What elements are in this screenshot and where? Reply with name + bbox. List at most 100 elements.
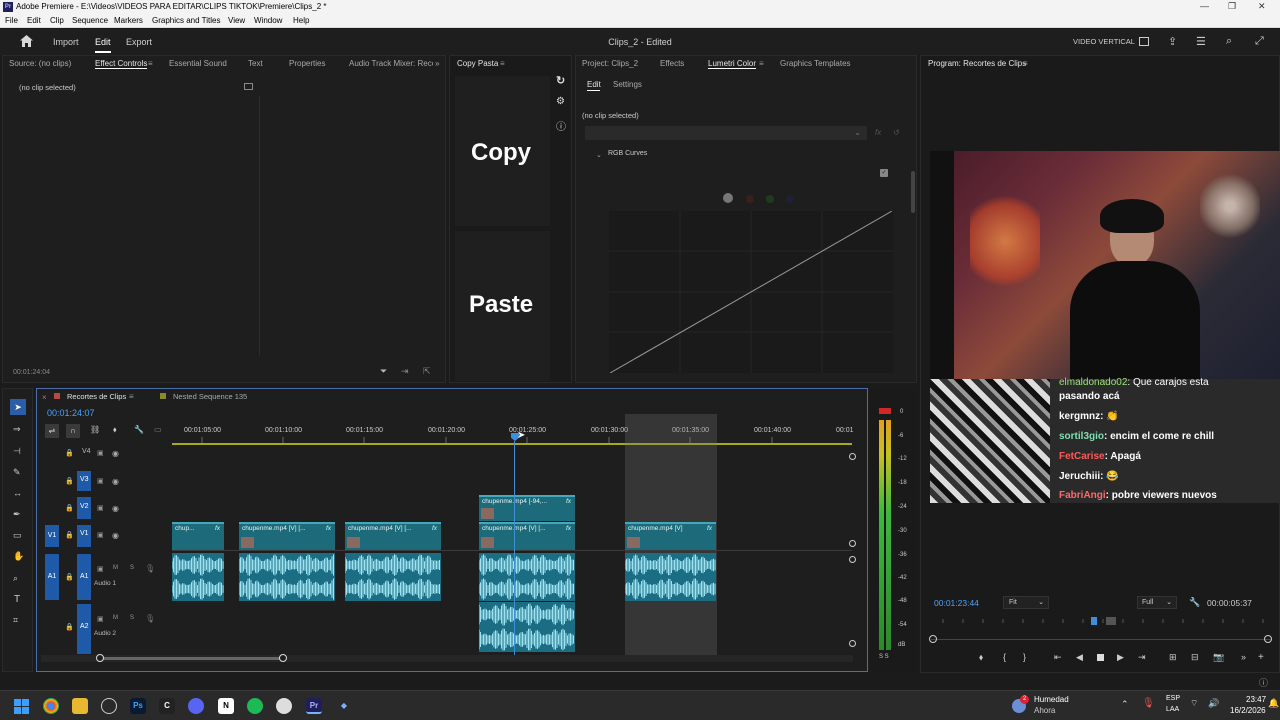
captions-icon[interactable]: ▭ (154, 425, 162, 434)
mark-in-icon[interactable]: { (1003, 652, 1006, 662)
tab-graphics-templates[interactable]: Graphics Templates (780, 59, 851, 68)
curve-blue-channel[interactable] (786, 195, 794, 203)
program-playhead[interactable] (1091, 617, 1097, 625)
clock-time[interactable]: 23:47 (1246, 695, 1266, 704)
volume-icon[interactable]: 🔊 (1208, 698, 1219, 709)
reset-icon[interactable]: ↺ (893, 128, 900, 137)
track-label-v2[interactable]: V2 (80, 503, 89, 510)
mark-out-icon[interactable]: } (1023, 652, 1026, 662)
share-icon[interactable]: ⇪ (1168, 35, 1177, 48)
track-label-v4[interactable]: V4 (82, 448, 91, 455)
lock-icon[interactable]: 🔒 (65, 504, 74, 512)
list-icon[interactable]: ☰ (1196, 35, 1206, 48)
photoshop-icon[interactable]: Ps (130, 698, 146, 714)
fullscreen-icon[interactable]: ⤢ (1255, 35, 1264, 48)
paste-button[interactable]: Paste (455, 231, 550, 381)
maximize-icon[interactable]: ❐ (1228, 1, 1236, 12)
sync-lock-icon[interactable]: ▣ (97, 565, 104, 573)
overwrite-icon[interactable]: ⊟ (1191, 652, 1199, 663)
info-icon[interactable]: ⓘ (556, 118, 566, 133)
wrench-icon[interactable]: 🔧 (1189, 597, 1200, 608)
tab-effects[interactable]: Effects (660, 59, 684, 68)
lumetri-scrollbar[interactable] (911, 171, 915, 213)
hand-tool-icon[interactable]: ✋ (13, 551, 24, 562)
close-icon[interactable]: ✕ (1258, 1, 1266, 12)
workspace-label[interactable]: VIDEO VERTICAL (1073, 37, 1135, 46)
program-video-frame[interactable]: elmaldonado02: Que carajos esta pasando … (930, 151, 1280, 503)
audio-scroll-handle-top[interactable] (849, 556, 856, 563)
captions-tool-icon[interactable]: ⌗ (13, 615, 18, 626)
program-ruler[interactable] (933, 618, 1268, 624)
menu-graphics-and-titles[interactable]: Graphics and Titles (152, 16, 220, 25)
tab-nested-sequence[interactable]: Nested Sequence 135 (173, 392, 247, 401)
insert-icon[interactable]: ⊞ (1169, 652, 1177, 663)
sync-lock-icon[interactable]: ▣ (97, 531, 104, 539)
rectangle-tool-icon[interactable]: ▭ (13, 530, 22, 541)
rgb-curves-section[interactable]: RGB Curves (608, 150, 647, 157)
in-out-range[interactable] (1106, 617, 1116, 625)
menu-window[interactable]: Window (254, 16, 282, 25)
source-patch-a1[interactable]: A1 (45, 554, 59, 600)
tab-text[interactable]: Text (248, 59, 263, 68)
go-to-out-icon[interactable]: ⇥ (1138, 652, 1146, 663)
lock-icon[interactable]: 🔒 (65, 573, 74, 581)
chevron-up-icon[interactable]: ⌃ (1121, 699, 1129, 710)
effect-controls-menu-icon[interactable]: ≡ (148, 59, 153, 68)
wifi-icon[interactable]: ⌔ (1190, 698, 1198, 709)
go-to-in-icon[interactable]: ⇤ (1054, 652, 1062, 663)
clip-dropdown[interactable]: ⌄ (585, 126, 867, 140)
capcut-icon[interactable]: C (159, 698, 175, 714)
curve-white-channel[interactable] (723, 193, 733, 203)
zoom-handle-right[interactable] (279, 654, 287, 662)
discord-icon[interactable] (188, 698, 204, 714)
play-only-audio-icon[interactable]: ⇥ (401, 366, 409, 377)
close-tab-icon[interactable]: × (42, 393, 47, 402)
zoom-handle-left[interactable] (929, 635, 937, 643)
fx-icon[interactable]: fx (875, 128, 881, 137)
resolution-dropdown[interactable]: Full ⌄ (1137, 596, 1177, 609)
audio-scroll-handle-bottom[interactable] (849, 640, 856, 647)
eye-icon[interactable]: ◉ (112, 449, 119, 458)
video-scroll-handle-top[interactable] (849, 453, 856, 460)
tab-effect-controls[interactable]: Effect Controls (95, 59, 147, 68)
section-chevron-icon[interactable]: ⌄ (596, 151, 602, 159)
sync-lock-icon[interactable]: ▣ (97, 615, 104, 623)
microphone-icon[interactable]: 🎙 (145, 564, 155, 573)
source-patch-v1[interactable]: V1 (45, 525, 59, 547)
microphone-icon[interactable]: 🎙 (1142, 698, 1155, 709)
zoom-handle-left[interactable] (96, 654, 104, 662)
lock-icon[interactable]: 🔒 (65, 449, 74, 457)
filter-icon[interactable]: ⏷ (380, 366, 387, 377)
clip-v1[interactable]: chup... fx (172, 522, 224, 550)
weather-title[interactable]: Humedad (1034, 695, 1069, 704)
windows-start-icon[interactable] (14, 699, 29, 714)
tab-recortes-de-clips[interactable]: Recortes de Clips (67, 392, 126, 401)
clip-v1[interactable]: chupenme.mp4 [V] fx (625, 522, 716, 550)
track-label-a2[interactable]: A2 (80, 623, 89, 630)
menu-help[interactable]: Help (293, 16, 309, 25)
ripple-edit-tool-icon[interactable]: ⊣ (13, 446, 21, 457)
tab-project[interactable]: Project: Clips_2 (582, 59, 638, 68)
audio-clip-a1[interactable] (345, 553, 441, 601)
sync-lock-icon[interactable]: ▣ (97, 449, 104, 457)
spotify-icon[interactable] (247, 698, 263, 714)
menu-clip[interactable]: Clip (50, 16, 64, 25)
menu-edit[interactable]: Edit (27, 16, 41, 25)
program-current-timecode[interactable]: 00:01:23:44 (934, 598, 979, 608)
workspace-icon[interactable] (1139, 37, 1149, 46)
obs-icon[interactable] (276, 698, 292, 714)
settings-gear-icon[interactable]: ⚙ (556, 96, 565, 107)
sync-lock-icon[interactable]: ▣ (97, 504, 104, 512)
eye-icon[interactable]: ◉ (112, 531, 119, 540)
minimize-icon[interactable]: — (1200, 1, 1209, 11)
subtab-edit[interactable]: Edit (587, 80, 601, 89)
step-forward-icon[interactable]: ▶ (1117, 652, 1124, 663)
notion-icon[interactable]: N (218, 698, 234, 714)
razor-tool-icon[interactable]: ✎ (13, 467, 21, 478)
tab-lumetri-color[interactable]: Lumetri Color (708, 59, 756, 68)
rgb-curve-graph[interactable] (609, 210, 893, 374)
fit-dropdown[interactable]: Fit ⌄ (1003, 596, 1049, 609)
audio-clip-a2[interactable] (479, 602, 575, 652)
audio-clip-a1[interactable] (239, 553, 335, 601)
more-controls-icon[interactable]: » (1241, 652, 1246, 662)
